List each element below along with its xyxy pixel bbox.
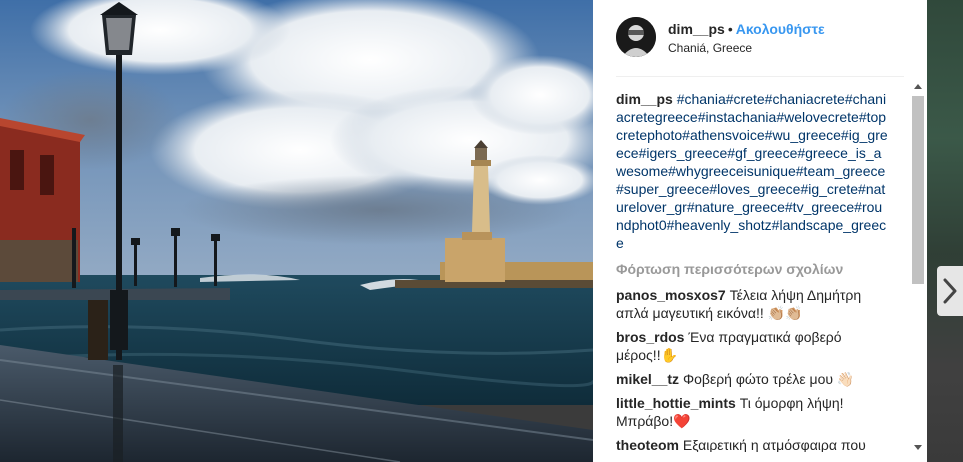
comment-item: little_hottie_mints Τι όμορφη λήψη! Μπρά… [616,394,888,430]
header-separator: • [727,21,733,37]
arrow-down-icon[interactable] [914,445,922,450]
comment-username[interactable]: bros_rdos [616,329,684,345]
load-more-comments-button[interactable]: Φόρτωση περισσότερων σχολίων [616,260,888,278]
caption-hashtags[interactable]: #chania#crete#chaniacrete#chaniacretegre… [616,91,888,251]
comment-item: theoteom Εξαιρετική η ατμόσφαιρα που δίν… [616,436,888,452]
follow-button[interactable]: Ακολουθήστε [736,21,825,37]
next-post-button[interactable] [937,266,963,316]
post-location[interactable]: Chaniá, Greece [668,41,752,55]
chania-lighthouse-image [0,0,593,462]
comment-item: panos_mosxos7 Τέλεια λήψη Δημήτρη απλά μ… [616,286,888,322]
post-username[interactable]: dim__ps [668,21,725,37]
comment-username[interactable]: little_hottie_mints [616,395,736,411]
caption: dim__ps #chania#crete#chaniacrete#chania… [616,90,888,252]
post-side-panel: dim__ps • Ακολουθήστε Chaniá, Greece dim__… [593,0,927,462]
backdrop-next-post-preview [927,0,963,462]
avatar-image [616,17,656,57]
comment-text: Φοβερή φώτο τρέλε μου 👋🏻 [682,371,855,387]
post-photo[interactable] [0,0,593,462]
caption-username[interactable]: dim__ps [616,91,673,107]
scrollbar-thumb[interactable] [912,96,924,284]
comment-username[interactable]: mikel__tz [616,371,679,387]
comment-username[interactable]: panos_mosxos7 [616,287,726,303]
avatar[interactable] [616,17,656,57]
comment-item: bros_rdos Ένα πραγματικά φοβερό μέρος!!✋ [616,328,888,364]
chevron-right-icon [943,278,957,304]
comments-scrollbar[interactable] [910,78,926,456]
header-divider [616,76,904,77]
comment-item: mikel__tz Φοβερή φώτο τρέλε μου 👋🏻 [616,370,888,388]
arrow-up-icon[interactable] [914,84,922,89]
comment-username[interactable]: theoteom [616,437,679,452]
comments-list[interactable]: dim__ps #chania#crete#chaniacrete#chania… [616,90,888,452]
